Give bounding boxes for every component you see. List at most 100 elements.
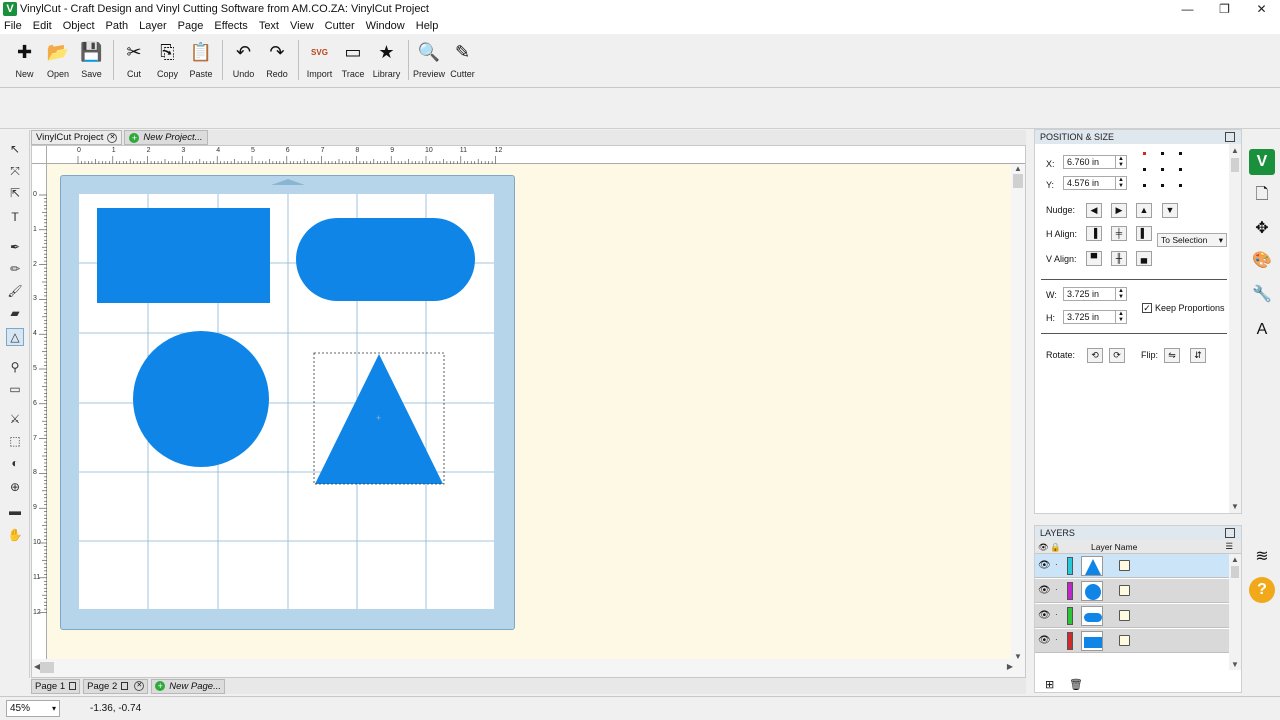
align-right-icon[interactable]: ▌ bbox=[1136, 226, 1152, 241]
menu-file[interactable]: File bbox=[4, 20, 22, 32]
layers-scrollbar[interactable]: ▲ ▼ bbox=[1229, 554, 1241, 670]
pen-tool-icon[interactable]: ✒ bbox=[6, 238, 24, 256]
x-field[interactable]: 6.760 in ▲ ▼ bbox=[1063, 155, 1127, 169]
panel-scrollbar[interactable]: ▲ ▼ bbox=[1229, 144, 1241, 513]
page-icon[interactable]: 🗋 bbox=[1249, 183, 1275, 209]
knife-tool-icon[interactable]: ⚔ bbox=[6, 410, 24, 428]
menu-object[interactable]: Object bbox=[63, 20, 95, 32]
visibility-eye-icon[interactable]: 👁 bbox=[1038, 560, 1051, 571]
nudge-left-icon[interactable]: ◀ bbox=[1086, 203, 1102, 218]
add-layer-icon[interactable]: ⊞ bbox=[1045, 678, 1054, 691]
align-top-icon[interactable]: ▀ bbox=[1086, 251, 1102, 266]
visibility-eye-icon[interactable]: 👁 bbox=[1038, 635, 1051, 646]
tab-new-page[interactable]: + New Page... bbox=[151, 678, 225, 694]
toolbar-preview-button[interactable]: 🔍 Preview bbox=[413, 40, 446, 84]
layer-note-icon[interactable] bbox=[1119, 635, 1130, 646]
delete-layer-icon[interactable]: 🗑 bbox=[1069, 678, 1083, 691]
lock-dot-icon[interactable]: · bbox=[1055, 560, 1058, 569]
scroll-down-icon[interactable]: ▼ bbox=[1231, 502, 1239, 511]
vertical-scrollbar[interactable]: ▲ ▼ bbox=[1011, 164, 1025, 661]
shape-tool-icon[interactable]: △ bbox=[6, 328, 24, 346]
scroll-thumb[interactable] bbox=[40, 662, 54, 673]
width-field[interactable]: 3.725 in ▲ ▼ bbox=[1063, 287, 1127, 301]
vinylcut-logo-icon[interactable]: V bbox=[1249, 149, 1275, 175]
rotate-left-icon[interactable]: ⟲ bbox=[1087, 348, 1103, 363]
zoom-tool-icon[interactable]: ⊕ bbox=[6, 478, 24, 496]
cutting-mat[interactable]: + bbox=[60, 175, 515, 630]
layer-color-swatch[interactable] bbox=[1067, 607, 1073, 625]
toolbar-cut-button[interactable]: ✂ Cut bbox=[118, 40, 151, 84]
rectangle-tool-icon[interactable]: ▭ bbox=[6, 380, 24, 398]
layer-row[interactable]: 👁 · bbox=[1035, 604, 1229, 628]
brush-tool-icon[interactable]: 🖌 bbox=[6, 282, 24, 300]
nudge-right-icon[interactable]: ▶ bbox=[1111, 203, 1127, 218]
keep-proportions-checkbox[interactable]: ✓ bbox=[1142, 303, 1152, 313]
scroll-up-icon[interactable]: ▲ bbox=[1014, 164, 1022, 173]
measure-tool-icon[interactable]: ▬ bbox=[6, 502, 24, 520]
help-icon[interactable]: ? bbox=[1249, 577, 1275, 603]
menu-page[interactable]: Page bbox=[178, 20, 204, 32]
align-center-h-icon[interactable]: ╪ bbox=[1111, 226, 1127, 241]
tab-new-project[interactable]: + New Project... bbox=[124, 130, 208, 145]
tab-close-icon[interactable]: ✕ bbox=[107, 132, 118, 143]
float-panel-icon[interactable] bbox=[1225, 528, 1235, 538]
layer-row[interactable]: 👁 · bbox=[1035, 579, 1229, 603]
scroll-up-icon[interactable]: ▲ bbox=[1231, 555, 1239, 564]
scroll-thumb[interactable] bbox=[1013, 174, 1023, 188]
move-arrows-icon[interactable]: ✥ bbox=[1249, 215, 1275, 241]
menu-icon[interactable]: ☰ bbox=[1225, 541, 1233, 552]
layer-color-swatch[interactable] bbox=[1067, 557, 1073, 575]
layer-note-icon[interactable] bbox=[1119, 585, 1130, 596]
menu-window[interactable]: Window bbox=[366, 20, 405, 32]
visibility-eye-icon[interactable]: 👁 bbox=[1038, 585, 1051, 596]
toolbar-undo-button[interactable]: ↶ Undo bbox=[227, 40, 260, 84]
layer-row[interactable]: 👁 · bbox=[1035, 629, 1229, 653]
toolbar-trace-button[interactable]: ▭ Trace bbox=[337, 40, 370, 84]
toolbar-import-button[interactable]: SVG Import bbox=[303, 40, 336, 84]
scroll-right-icon[interactable]: ▶ bbox=[1007, 662, 1013, 671]
lock-dot-icon[interactable]: · bbox=[1055, 635, 1058, 644]
toolbar-new-button[interactable]: ✚ New bbox=[8, 40, 41, 84]
blue-rectangle[interactable] bbox=[97, 208, 270, 303]
close-icon[interactable]: ✕ bbox=[1243, 0, 1280, 18]
layers-stack-icon[interactable]: ≋ bbox=[1249, 543, 1275, 569]
spin-icon[interactable]: ▲ ▼ bbox=[1115, 311, 1126, 323]
nudge-up-icon[interactable]: ▲ bbox=[1136, 203, 1152, 218]
scroll-down-icon[interactable]: ▼ bbox=[1231, 660, 1239, 669]
float-panel-icon[interactable] bbox=[1225, 132, 1235, 142]
scroll-up-icon[interactable]: ▲ bbox=[1231, 146, 1239, 155]
pan-hand-icon[interactable]: ✋ bbox=[6, 526, 24, 544]
flip-horizontal-icon[interactable]: ⇋ bbox=[1164, 348, 1180, 363]
anchor-point-grid[interactable] bbox=[1143, 152, 1183, 188]
eraser-tool-icon[interactable]: ▰ bbox=[6, 304, 24, 322]
direct-select-icon[interactable]: ⇱ bbox=[6, 184, 24, 202]
node-edit-icon[interactable]: ⤧ bbox=[6, 162, 24, 180]
spin-icon[interactable]: ▲ ▼ bbox=[1115, 156, 1126, 168]
menu-path[interactable]: Path bbox=[106, 20, 129, 32]
rotate-right-icon[interactable]: ⟳ bbox=[1109, 348, 1125, 363]
menu-effects[interactable]: Effects bbox=[214, 20, 247, 32]
color-palette-icon[interactable]: 🎨 bbox=[1249, 247, 1275, 273]
layer-row[interactable]: 👁 · bbox=[1035, 554, 1229, 578]
spin-icon[interactable]: ▲ ▼ bbox=[1115, 177, 1126, 189]
layer-note-icon[interactable] bbox=[1119, 560, 1130, 571]
toolbar-redo-button[interactable]: ↷ Redo bbox=[261, 40, 294, 84]
nudge-down-icon[interactable]: ▼ bbox=[1162, 203, 1178, 218]
y-field[interactable]: 4.576 in ▲ ▼ bbox=[1063, 176, 1127, 190]
toolbar-save-button[interactable]: 💾 Save bbox=[75, 40, 108, 84]
scroll-thumb[interactable] bbox=[1231, 566, 1239, 578]
tab-page-2[interactable]: Page 2 ✕ bbox=[83, 678, 149, 694]
zoom-select[interactable]: 45% ▾ bbox=[6, 700, 60, 717]
tab-close-icon[interactable]: ✕ bbox=[134, 681, 145, 691]
transform-tool-icon[interactable]: ⬚ bbox=[6, 432, 24, 450]
wrench-icon[interactable]: 🔧 bbox=[1249, 281, 1275, 307]
blue-rounded-rectangle[interactable] bbox=[296, 218, 475, 301]
layer-color-swatch[interactable] bbox=[1067, 632, 1073, 650]
spin-icon[interactable]: ▲ ▼ bbox=[1115, 288, 1126, 300]
weld-tool-icon[interactable]: ◐ bbox=[6, 454, 24, 472]
layer-note-icon[interactable] bbox=[1119, 610, 1130, 621]
menu-edit[interactable]: Edit bbox=[33, 20, 52, 32]
toolbar-cutter-button[interactable]: ✎ Cutter bbox=[446, 40, 479, 84]
text-font-icon[interactable]: A bbox=[1249, 317, 1275, 343]
design-canvas[interactable]: 0 1 2 3 4 5 6 7 8 9 10 11 12 0 1 2 3 4 5 6 7 8 9 10 11 12 bbox=[31, 145, 1026, 678]
